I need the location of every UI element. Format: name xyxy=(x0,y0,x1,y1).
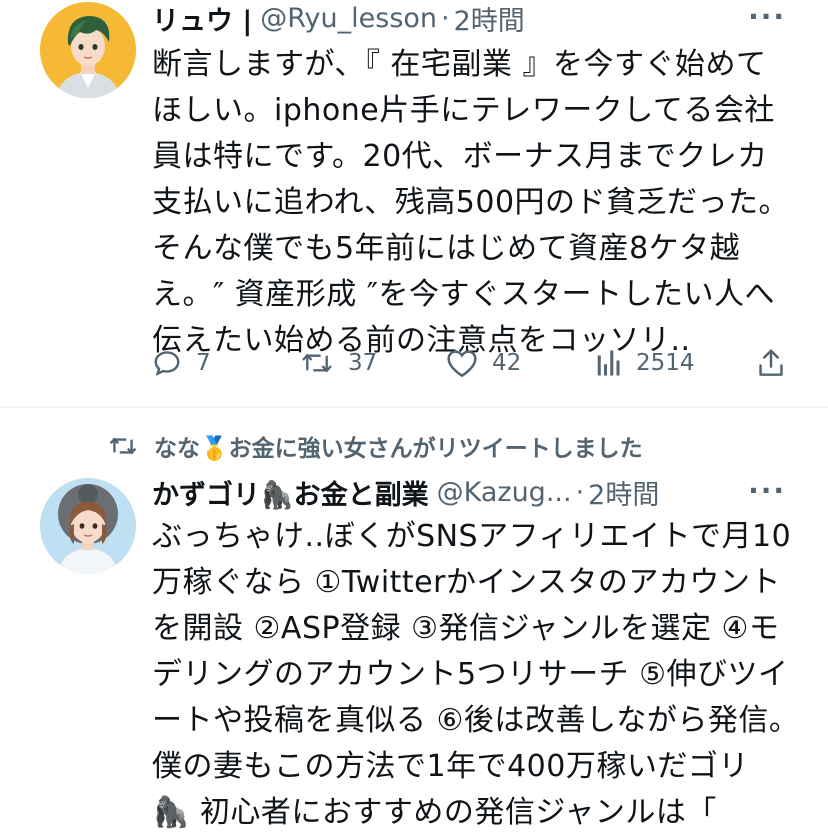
avatar-ryu[interactable] xyxy=(40,2,136,98)
tweet-text-line: ートや投稿を真似る ⑥後は改善しながら発信。 xyxy=(152,703,800,738)
tweet-text-line: 万稼ぐなら ①Twitterかインスタのアカウント xyxy=(152,565,781,600)
tweet-kazugori[interactable]: かずゴリ🦍お金と副業 @Kazug... · 2時間 ··· ぶっちゃけ..ぼく… xyxy=(0,470,828,830)
tweet-header: かずゴリ🦍お金と副業 @Kazug... · 2時間 xyxy=(152,472,659,512)
retweet-context[interactable]: なな🥇お金に強い女さんがリツイートしました xyxy=(108,428,643,464)
tweet-time[interactable]: 2時間 xyxy=(588,473,659,512)
tweet-text-line: 断言しますが、『 在宅副業 』を今すぐ始めて xyxy=(152,47,767,82)
author-name[interactable]: リュウ | xyxy=(152,0,252,38)
tweet-text-line: 員は特にです。20代、ボーナス月までクレカ xyxy=(152,139,768,174)
tweet-text-line: そんな僕でも5年前にはじめて資産8ケタ越 xyxy=(152,231,741,266)
heart-icon xyxy=(447,350,477,378)
more-options-icon[interactable]: ··· xyxy=(748,0,786,33)
tweet-actions: 7 37 42 2514 xyxy=(152,340,792,386)
more-options-icon[interactable]: ··· xyxy=(748,474,786,507)
retweet-count: 37 xyxy=(348,350,378,376)
share-button[interactable] xyxy=(756,340,800,386)
tweet-header: リュウ | @Ryu_lesson · 2時間 xyxy=(152,0,525,38)
like-count: 42 xyxy=(492,350,522,376)
separator-dot: · xyxy=(575,476,585,508)
tweet-text-line: え。″ 資産形成 ″を今すぐスタートしたい人へ xyxy=(152,277,775,312)
retweet-icon xyxy=(302,353,332,373)
reply-count: 7 xyxy=(196,350,211,376)
author-handle[interactable]: @Kazug... xyxy=(437,477,572,508)
like-button[interactable]: 42 xyxy=(446,340,521,386)
tweet-divider xyxy=(0,406,828,408)
share-icon xyxy=(759,349,783,376)
tweet-body[interactable]: 断言しますが、『 在宅副業 』を今すぐ始めて ほしい。iphone片手にテレワー… xyxy=(152,42,802,364)
retweet-icon xyxy=(109,437,137,455)
tweet-text-line: ほしい。iphone片手にテレワークしてる会社 xyxy=(152,93,775,128)
tweet-body[interactable]: ぶっちゃけ..ぼくがSNSアフィリエイトで月10 万稼ぐなら ①Twitterか… xyxy=(152,514,802,836)
tweet-text-line: ぶっちゃけ..ぼくがSNSアフィリエイトで月10 xyxy=(152,519,792,554)
views-button[interactable]: 2514 xyxy=(596,340,695,386)
tweet-text-line: を開設 ②ASP登録 ③発信ジャンルを選定 ④モ xyxy=(152,611,780,646)
retweet-button[interactable]: 37 xyxy=(300,340,377,386)
reply-button[interactable]: 7 xyxy=(152,340,211,386)
tweet-time[interactable]: 2時間 xyxy=(454,0,525,38)
views-count: 2514 xyxy=(636,350,695,376)
avatar-kazugori[interactable] xyxy=(40,478,136,574)
reply-icon xyxy=(154,351,180,376)
tweet-text-line: 僕の妻もこの方法で1年で400万稼いだゴリ xyxy=(152,749,749,784)
author-handle[interactable]: @Ryu_lesson xyxy=(260,3,437,34)
tweet-text-line: デリングのアカウント5つリサーチ ⑤伸びツイ xyxy=(152,657,789,692)
separator-dot: · xyxy=(441,2,450,34)
tweet-text-line: 🦍 初心者におすすめの発信ジャンルは「 xyxy=(152,795,717,830)
tweet-text-line: 支払いに追われ、残高500円のド貧乏だった。 xyxy=(152,185,790,220)
views-icon xyxy=(597,350,620,376)
retweeted-by-text: なな🥇お金に強い女さんがリツイートしました xyxy=(154,436,643,462)
tweet-ryu[interactable]: リュウ | @Ryu_lesson · 2時間 ··· 断言しますが、『 在宅副… xyxy=(0,0,828,406)
author-name[interactable]: かずゴリ🦍お金と副業 xyxy=(152,473,429,512)
